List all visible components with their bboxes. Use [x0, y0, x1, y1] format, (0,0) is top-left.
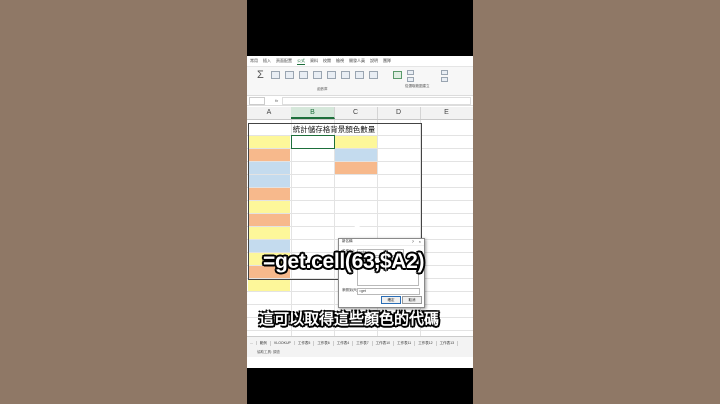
column-header-e[interactable]: E — [420, 107, 473, 119]
color-cell-a[interactable] — [248, 279, 290, 291]
use-in-formula-icon[interactable] — [407, 77, 414, 82]
active-cell[interactable] — [291, 135, 335, 149]
column-header-a[interactable]: A — [247, 107, 292, 119]
tab-view[interactable]: 檢視 — [336, 58, 344, 64]
video-frame: 常用 插入 頁面配置 公式 資料 校閱 檢視 開發人員 說明 團隊 Σ 從選取範… — [247, 0, 473, 404]
formula-caption: =get.cell(63,$A2) — [263, 250, 425, 273]
tab-help[interactable]: 說明 — [370, 58, 378, 64]
tab-data[interactable]: 資料 — [310, 58, 318, 64]
trace-dependents-icon[interactable] — [441, 77, 448, 82]
sheet-tab[interactable]: 範例 — [257, 340, 271, 346]
formula-input[interactable] — [282, 96, 471, 105]
ribbon-tabs: 常用 插入 頁面配置 公式 資料 校閱 檢視 開發人員 說明 團隊 — [247, 56, 473, 67]
financial-icon[interactable] — [285, 71, 294, 79]
worksheet-grid[interactable]: 統計儲存格背景顏色數量 新名稱 ? × 名稱(N): color 範圍(S): … — [247, 120, 473, 344]
ribbon-group-label: 函數庫 — [317, 87, 328, 91]
autosum-icon[interactable]: Σ — [257, 69, 264, 93]
fx-icon[interactable]: fx — [275, 98, 278, 103]
tab-formulas[interactable]: 公式 — [297, 58, 305, 65]
sheet-tab[interactable]: 工作表11 — [394, 340, 416, 346]
column-header-d[interactable]: D — [377, 107, 421, 119]
tab-page-layout[interactable]: 頁面配置 — [276, 58, 292, 64]
close-icon[interactable]: × — [419, 239, 421, 244]
sheet-tab[interactable]: ... — [247, 341, 257, 345]
sheet-tab[interactable]: 工作表6 — [314, 340, 334, 346]
column-header-b[interactable]: B — [291, 107, 335, 119]
row-gridline — [247, 330, 473, 331]
formula-bar: fx — [247, 96, 473, 106]
tab-home[interactable]: 常用 — [250, 58, 258, 64]
column-headers: A B C D E — [247, 107, 473, 120]
help-icon[interactable]: ? — [412, 239, 414, 244]
create-from-selection[interactable]: 從選取範圍建立 — [405, 84, 430, 89]
sheet-tab[interactable]: 工作表13 — [437, 340, 459, 346]
refers-to-label: 參照到(R): — [342, 288, 359, 292]
sheet-tab[interactable]: 工作表4 — [334, 340, 354, 346]
ribbon: Σ 從選取範圍建立 函數庫 — [247, 67, 473, 96]
tab-team[interactable]: 團隊 — [383, 58, 391, 64]
sheet-tab[interactable]: VLOOKUP — [271, 341, 295, 345]
sheet-tab[interactable]: 工作表12 — [415, 340, 437, 346]
name-manager-icon[interactable] — [393, 71, 402, 79]
status-bar: 協助工具: 調查 — [247, 348, 473, 357]
subtitle-caption: 這可以取得這些顏色的代碼 — [259, 311, 440, 328]
math-icon[interactable] — [355, 71, 364, 79]
tab-review[interactable]: 校閱 — [323, 58, 331, 64]
column-header-c[interactable]: C — [334, 107, 378, 119]
trace-precedents-icon[interactable] — [441, 70, 448, 75]
lookup-icon[interactable] — [341, 71, 350, 79]
tab-insert[interactable]: 插入 — [263, 58, 271, 64]
dialog-title: 新名稱 — [342, 239, 353, 243]
tab-developer[interactable]: 開發人員 — [349, 58, 365, 64]
name-box[interactable] — [249, 96, 265, 105]
define-name-icon[interactable] — [407, 70, 414, 75]
sheet-tab[interactable]: 工作表5 — [295, 340, 315, 346]
dialog-title-bar: 新名稱 ? × — [339, 239, 424, 246]
date-time-icon[interactable] — [327, 71, 336, 79]
text-icon[interactable] — [313, 71, 322, 79]
sheet-tab[interactable]: 工作表7 — [353, 340, 373, 346]
logical-icon[interactable] — [299, 71, 308, 79]
recent-functions-icon[interactable] — [271, 71, 280, 79]
ok-button[interactable]: 確定 — [381, 296, 401, 304]
sheet-tab[interactable]: 工作表10 — [373, 340, 395, 346]
more-functions-icon[interactable] — [369, 71, 378, 79]
cancel-button[interactable]: 取消 — [402, 296, 422, 304]
refers-to-field[interactable]: =get — [357, 288, 420, 295]
